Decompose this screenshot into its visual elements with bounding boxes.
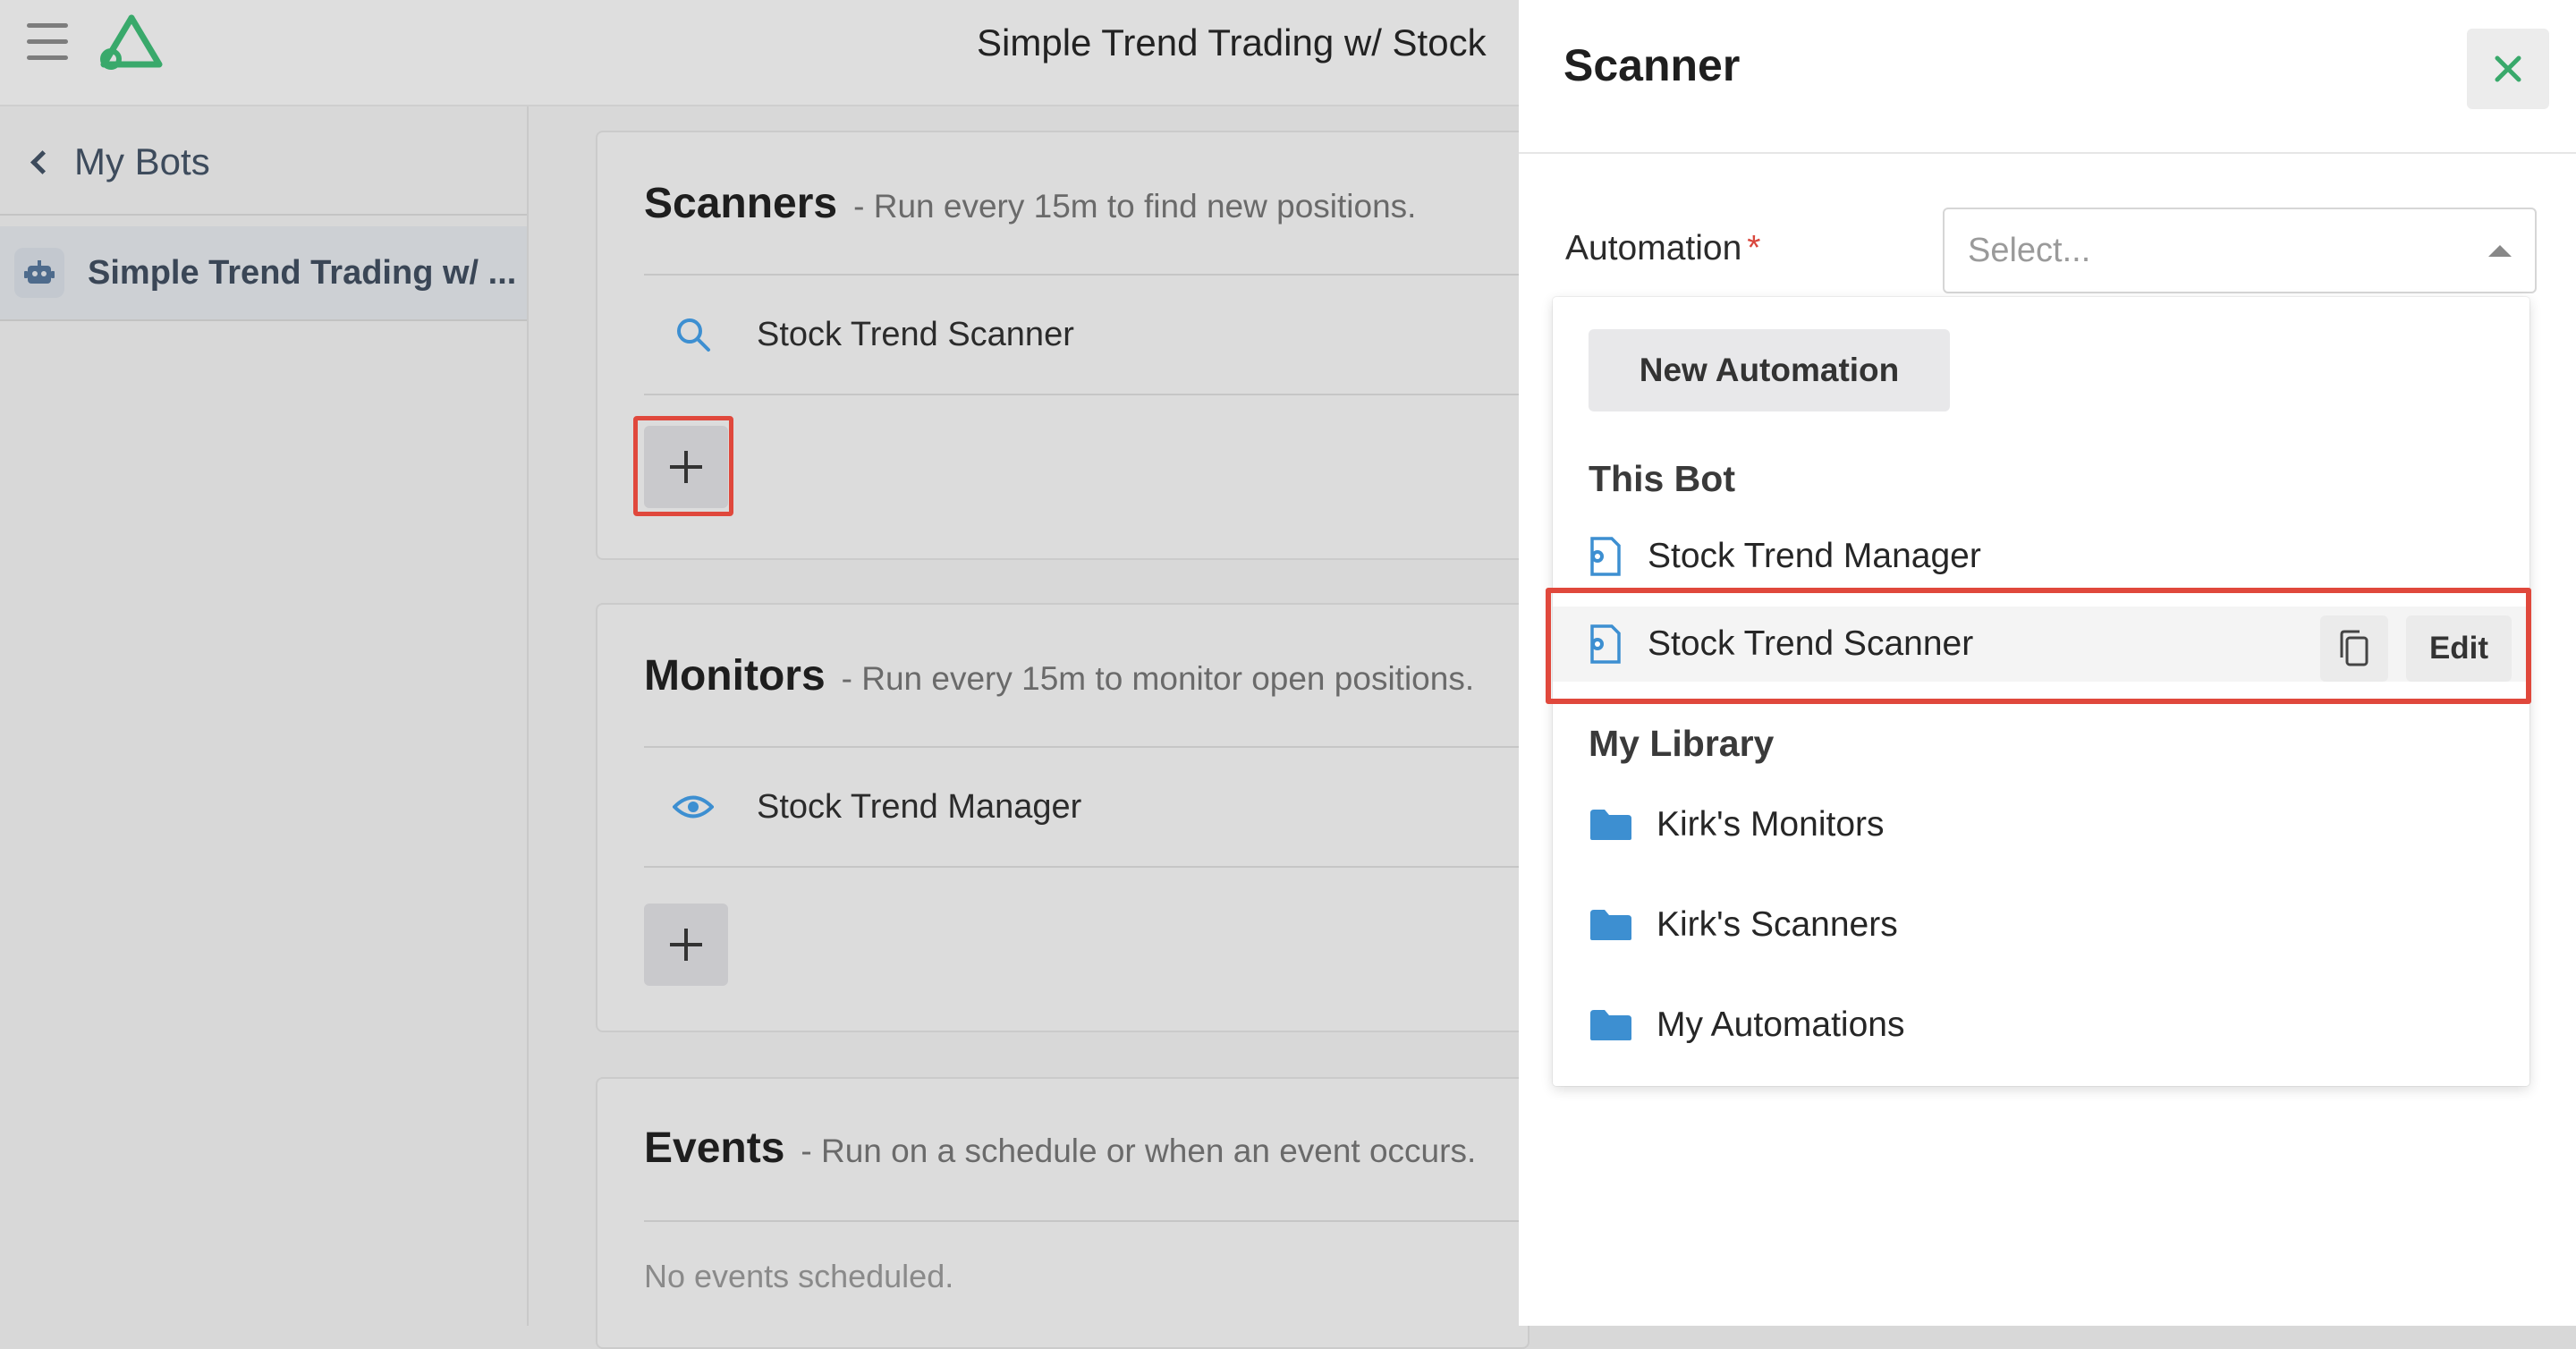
folder-icon — [1590, 810, 1631, 840]
sidebar-item-bot[interactable]: Simple Trend Trading w/ ... — [0, 226, 527, 321]
scanner-item[interactable]: Stock Trend Scanner — [644, 276, 1538, 394]
search-icon — [669, 310, 717, 359]
required-mark: * — [1747, 229, 1761, 267]
sidebar-item-label: Simple Trend Trading w/ ... — [88, 253, 517, 292]
scanners-card: Scanners - Run every 15m to find new posi… — [596, 131, 1538, 560]
divider — [644, 394, 1538, 395]
folder-label: Kirk's Scanners — [1657, 905, 1898, 944]
top-bar: Simple Trend Trading w/ Stock — [0, 0, 1519, 106]
monitors-header: Monitors - Run every 15m to monitor open … — [644, 651, 1474, 700]
divider — [0, 214, 527, 216]
caret-up-icon — [2488, 245, 2512, 257]
scanner-item-label: Stock Trend Scanner — [757, 315, 1074, 353]
folder-label: Kirk's Monitors — [1657, 805, 1885, 844]
monitors-title: Monitors — [644, 652, 826, 700]
folder-label: My Automations — [1657, 1005, 1905, 1044]
folder-kirks-monitors[interactable]: Kirk's Monitors — [1553, 787, 2529, 862]
scanners-subtitle: - Run every 15m to find new positions. — [853, 188, 1417, 225]
dropdown-item-stock-trend-manager[interactable]: Stock Trend Manager — [1553, 519, 2529, 594]
hamburger-menu-icon[interactable] — [27, 23, 68, 61]
page-title: Simple Trend Trading w/ Stock — [977, 21, 1487, 64]
new-automation-button[interactable]: New Automation — [1589, 329, 1950, 411]
automation-label: Automation — [1565, 229, 1742, 267]
scanners-title: Scanners — [644, 180, 838, 227]
events-empty-text: No events scheduled. — [644, 1258, 954, 1294]
monitor-item-label: Stock Trend Manager — [757, 787, 1082, 826]
add-button-highlight — [633, 416, 733, 516]
eye-icon — [669, 783, 717, 831]
monitors-card: Monitors - Run every 15m to monitor open … — [596, 603, 1538, 1032]
panel-title: Scanner — [1563, 40, 1741, 90]
divider — [1519, 152, 2576, 154]
item-actions: Edit — [2320, 615, 2512, 682]
folder-icon — [1590, 910, 1631, 940]
dropdown-item-label: Stock Trend Manager — [1648, 537, 1981, 575]
folder-icon — [1590, 1010, 1631, 1040]
app-logo[interactable] — [97, 13, 166, 72]
automation-file-icon — [1590, 537, 1621, 576]
plus-icon — [670, 929, 702, 961]
automation-field-label: Automation * — [1565, 229, 1760, 268]
dropdown-item-stock-trend-scanner[interactable]: Stock Trend Scanner Edit — [1553, 607, 2529, 682]
close-icon — [2495, 55, 2521, 82]
robot-icon — [14, 248, 64, 298]
copy-button[interactable] — [2320, 615, 2388, 682]
automation-file-icon — [1590, 624, 1621, 664]
copy-icon — [2340, 630, 2368, 666]
my-library-heading: My Library — [1589, 723, 1775, 764]
select-placeholder: Select... — [1968, 231, 2091, 269]
divider — [644, 1220, 1538, 1222]
back-to-my-bots-link[interactable]: My Bots — [27, 135, 210, 189]
automation-select[interactable]: Select... — [1943, 208, 2537, 293]
folder-kirks-scanners[interactable]: Kirk's Scanners — [1553, 887, 2529, 963]
monitors-subtitle: - Run every 15m to monitor open position… — [841, 660, 1475, 697]
events-header: Events - Run on a schedule or when an eve… — [644, 1124, 1476, 1173]
edit-button[interactable]: Edit — [2406, 615, 2512, 682]
events-subtitle: - Run on a schedule or when an event occ… — [801, 1133, 1477, 1169]
scanners-header: Scanners - Run every 15m to find new posi… — [644, 179, 1416, 228]
folder-my-automations[interactable]: My Automations — [1553, 988, 2529, 1063]
events-title: Events — [644, 1124, 785, 1172]
automation-dropdown: New Automation This Bot Stock Trend Mana… — [1553, 297, 2529, 1086]
chevron-left-icon — [30, 149, 55, 174]
this-bot-heading: This Bot — [1589, 458, 1735, 499]
events-card: Events - Run on a schedule or when an eve… — [596, 1077, 1538, 1349]
close-button[interactable] — [2467, 29, 2549, 109]
monitor-item[interactable]: Stock Trend Manager — [644, 748, 1538, 866]
dropdown-item-label: Stock Trend Scanner — [1648, 624, 1974, 663]
add-monitor-button[interactable] — [644, 904, 728, 986]
sidebar: My Bots Simple Trend Trading w/ ... — [0, 106, 529, 1326]
divider — [644, 866, 1538, 868]
back-link-label: My Bots — [74, 140, 210, 182]
